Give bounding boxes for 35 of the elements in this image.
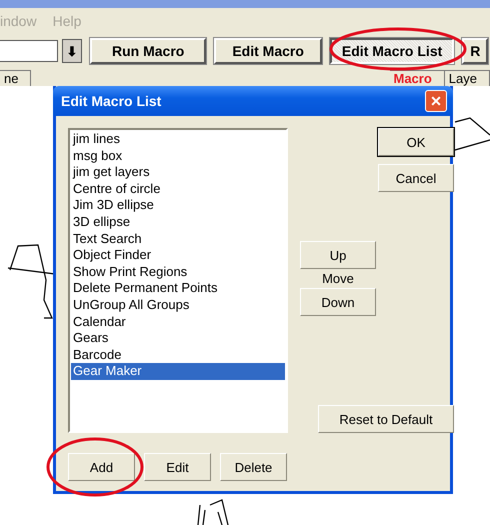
tab[interactable]: Macro [390,70,445,86]
dialog-button[interactable]: Add [68,453,135,481]
move-label: Move [322,271,354,286]
list-item[interactable]: msg box [71,148,285,164]
reset-button[interactable]: Reset to Default [318,405,454,433]
up-button[interactable]: Up [300,241,376,269]
list-item[interactable]: jim get layers [71,164,285,181]
tab[interactable]: Laye [444,70,490,86]
list-item[interactable]: jim lines [71,131,285,148]
dialog-button[interactable]: Delete [220,453,287,481]
ok-button[interactable]: OK [378,128,454,156]
dropdown-button[interactable]: ⬇ [62,39,82,63]
list-item[interactable]: Text Search [71,230,285,248]
dialog-title: Edit Macro List [61,93,162,109]
list-item[interactable]: Object Finder [71,247,285,264]
tab[interactable]: ne [0,70,32,86]
macro-combo-field[interactable] [0,40,58,62]
list-item[interactable]: UnGroup All Groups [71,296,285,314]
list-item[interactable]: Centre of circle [71,180,285,198]
list-item[interactable]: Barcode [71,346,285,364]
toolbar-button[interactable]: Edit Macro [214,38,322,64]
list-item[interactable]: Gear Maker [71,363,285,380]
toolbar-button[interactable]: Edit Macro List [330,38,454,64]
cancel-button[interactable]: Cancel [378,164,454,192]
toolbar-button[interactable]: Run Macro [90,38,206,64]
list-item[interactable]: Calendar [71,314,285,330]
toolbar-button[interactable]: R [462,38,488,64]
dialog-button[interactable]: Edit [144,453,211,481]
down-button[interactable]: Down [300,288,376,316]
list-item[interactable]: Show Print Regions [71,264,285,280]
list-item[interactable]: Jim 3D ellipse [71,197,285,214]
list-item[interactable]: Delete Permanent Points [71,280,285,297]
list-item[interactable]: 3D ellipse [71,214,285,231]
list-item[interactable]: Gears [71,330,285,347]
close-button[interactable]: × [425,90,447,112]
